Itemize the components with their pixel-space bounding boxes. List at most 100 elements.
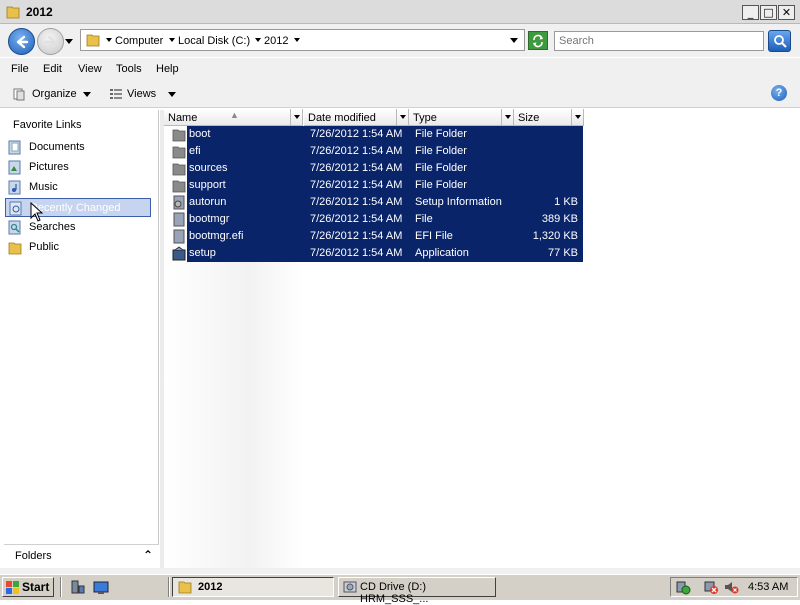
mouse-cursor-icon bbox=[30, 202, 44, 222]
folder-icon bbox=[172, 163, 186, 176]
cd-drive-icon bbox=[343, 581, 357, 593]
chevron-down-icon bbox=[83, 92, 91, 97]
column-header-name[interactable]: Name ▲ bbox=[164, 109, 303, 126]
application-icon bbox=[172, 246, 186, 261]
refresh-icon bbox=[533, 34, 543, 48]
column-filter-dropdown[interactable] bbox=[501, 109, 513, 125]
folder-icon bbox=[178, 581, 192, 594]
pictures-icon bbox=[8, 160, 21, 175]
taskbar-clock: 4:53 AM bbox=[748, 581, 789, 593]
menu-help[interactable]: Help bbox=[156, 63, 179, 75]
recent-pages-dropdown[interactable] bbox=[65, 39, 73, 44]
breadcrumb-local-disk[interactable]: Local Disk (C:) bbox=[178, 35, 250, 47]
crumb-separator[interactable] bbox=[169, 38, 175, 42]
taskbar-separator bbox=[168, 577, 170, 597]
file-row-sources[interactable]: sources 7/26/2012 1:54 AM File Folder bbox=[172, 160, 592, 177]
folder-icon bbox=[172, 146, 186, 159]
folder-icon bbox=[172, 180, 186, 193]
favorite-links-header: Favorite Links bbox=[13, 119, 82, 131]
help-icon[interactable]: ? bbox=[771, 85, 787, 101]
windows-logo-icon bbox=[6, 581, 19, 594]
file-row-bootmgr[interactable]: bootmgr 7/26/2012 1:54 AM File 389 KB bbox=[172, 211, 592, 228]
taskbar-button-2012[interactable]: 2012 bbox=[172, 577, 334, 597]
quick-launch-separator bbox=[60, 577, 62, 597]
nav-public[interactable]: Public bbox=[5, 238, 151, 257]
chevron-down-icon bbox=[168, 92, 176, 97]
crumb-separator[interactable] bbox=[255, 38, 261, 42]
menu-view[interactable]: View bbox=[78, 63, 102, 75]
start-label: Start bbox=[22, 580, 50, 594]
public-folder-icon bbox=[8, 242, 22, 255]
title-bar[interactable]: 2012 _ □ ✕ bbox=[0, 0, 800, 24]
file-icon bbox=[173, 212, 185, 227]
refresh-button[interactable] bbox=[528, 31, 548, 50]
menu-bar: File Edit View Tools Help bbox=[0, 58, 800, 80]
file-row-boot[interactable]: boot 7/26/2012 1:54 AM File Folder bbox=[172, 126, 592, 143]
address-history-dropdown[interactable] bbox=[510, 38, 518, 43]
organize-label: Organize bbox=[32, 88, 77, 100]
column-filter-dropdown[interactable] bbox=[290, 109, 302, 125]
back-button[interactable] bbox=[8, 28, 35, 55]
recently-changed-icon bbox=[9, 201, 22, 216]
show-desktop-icon[interactable] bbox=[93, 579, 109, 595]
command-bar: Organize Views bbox=[0, 80, 800, 108]
volume-muted-icon[interactable] bbox=[723, 579, 739, 595]
file-icon bbox=[173, 229, 185, 244]
nav-recently-changed[interactable]: Recently Changed bbox=[5, 198, 151, 217]
search-input[interactable] bbox=[554, 31, 764, 51]
nav-pictures[interactable]: Pictures bbox=[5, 158, 151, 177]
folder-icon bbox=[172, 129, 186, 142]
network-disconnected-icon[interactable] bbox=[703, 579, 719, 595]
sort-ascending-icon: ▲ bbox=[230, 110, 239, 120]
taskbar-button-label: CD Drive (D:) HRM_SSS_... bbox=[360, 581, 429, 605]
organize-icon bbox=[13, 88, 25, 101]
close-button[interactable]: ✕ bbox=[778, 5, 795, 20]
breadcrumb-2012[interactable]: 2012 bbox=[264, 35, 288, 47]
crumb-separator[interactable] bbox=[294, 38, 300, 42]
folder-icon bbox=[6, 6, 20, 19]
nav-documents[interactable]: Documents bbox=[5, 138, 151, 157]
chevron-up-icon: ⌃ bbox=[143, 548, 154, 562]
minimize-button[interactable]: _ bbox=[742, 5, 759, 20]
views-button[interactable]: Views bbox=[106, 85, 178, 103]
address-bar[interactable]: Computer Local Disk (C:) 2012 bbox=[80, 29, 525, 51]
taskbar-button-cd-drive[interactable]: CD Drive (D:) HRM_SSS_... bbox=[338, 577, 496, 605]
setup-info-icon bbox=[173, 195, 185, 210]
nav-music[interactable]: Music bbox=[5, 178, 151, 197]
back-arrow-icon bbox=[16, 35, 29, 49]
column-header-type[interactable]: Type bbox=[409, 109, 514, 126]
search-icon bbox=[774, 35, 787, 48]
views-label: Views bbox=[127, 88, 157, 100]
views-icon bbox=[110, 89, 122, 99]
start-button[interactable]: Start bbox=[2, 577, 54, 597]
menu-tools[interactable]: Tools bbox=[116, 63, 142, 75]
search-button[interactable] bbox=[768, 30, 791, 52]
network-status-icon[interactable] bbox=[675, 579, 691, 595]
crumb-separator[interactable] bbox=[106, 38, 112, 42]
folders-toggle[interactable]: Folders ⌃ bbox=[4, 544, 159, 568]
organize-button[interactable]: Organize bbox=[8, 85, 94, 103]
menu-edit[interactable]: Edit bbox=[43, 63, 62, 75]
music-icon bbox=[8, 180, 21, 195]
file-row-setup[interactable]: setup 7/26/2012 1:54 AM Application 77 KB bbox=[172, 245, 592, 262]
column-filter-dropdown[interactable] bbox=[396, 109, 408, 125]
file-row-bootmgr-efi[interactable]: bootmgr.efi 7/26/2012 1:54 AM EFI File 1,32… bbox=[172, 228, 592, 245]
searches-icon bbox=[8, 220, 21, 235]
menu-file[interactable]: File bbox=[11, 63, 29, 75]
server-manager-icon[interactable] bbox=[70, 579, 86, 595]
folder-icon bbox=[86, 34, 100, 47]
breadcrumb-computer[interactable]: Computer bbox=[115, 35, 163, 47]
folders-label: Folders bbox=[15, 550, 52, 562]
maximize-button[interactable]: □ bbox=[760, 5, 777, 20]
nav-searches[interactable]: Searches bbox=[5, 218, 151, 237]
file-row-support[interactable]: support 7/26/2012 1:54 AM File Folder bbox=[172, 177, 592, 194]
file-row-efi[interactable]: efi 7/26/2012 1:54 AM File Folder bbox=[172, 143, 592, 160]
window-title: 2012 bbox=[26, 5, 53, 19]
documents-icon bbox=[8, 140, 21, 155]
forward-arrow-icon bbox=[44, 35, 57, 49]
column-filter-dropdown[interactable] bbox=[571, 109, 583, 125]
column-header-size[interactable]: Size bbox=[514, 109, 584, 126]
forward-button[interactable] bbox=[37, 28, 64, 55]
file-row-autorun[interactable]: autorun 7/26/2012 1:54 AM Setup Informatio… bbox=[172, 194, 592, 211]
column-header-date-modified[interactable]: Date modified bbox=[304, 109, 409, 126]
